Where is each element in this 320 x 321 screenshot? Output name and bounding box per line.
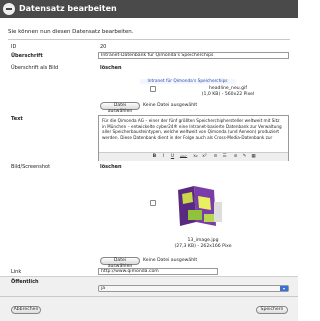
headline-image-label: Überschrift als Bild	[11, 65, 59, 71]
link-input[interactable]: http://www.qimonda.com	[98, 268, 218, 275]
numbered-list-icon[interactable]: ☰	[221, 154, 228, 160]
headline-image-preview: Intranet für Qimonda's Speicherchips	[140, 79, 235, 84]
public-select-value: ja	[101, 286, 106, 291]
dialog-subtitle: Sie können nun diesen Datensatz bearbeit…	[8, 29, 134, 35]
image-no-file-text: Keine Datei ausgewählt	[143, 258, 198, 263]
unlink-icon[interactable]: ⊘	[232, 154, 239, 160]
image-delete-label: löschen	[100, 164, 122, 170]
headline-no-file-text: Keine Datei ausgewählt	[143, 103, 198, 108]
image-delete-checkbox[interactable]	[150, 200, 156, 206]
dialog-title: Datensatz bearbeiten	[19, 4, 117, 13]
headline-choose-file-button[interactable]: Datei auswählen	[100, 102, 140, 114]
source-code-icon[interactable]: ▦	[250, 154, 257, 160]
image-info: (27,3 KB) - 262x166 Pixe	[174, 244, 232, 249]
save-button[interactable]: Speichern	[256, 306, 288, 314]
link-label: Link	[11, 269, 22, 275]
underline-button[interactable]: U	[169, 154, 176, 160]
screenshot-thumbnail-image	[174, 180, 226, 232]
dialog-footer	[0, 276, 298, 321]
pen-icon[interactable]: ✎	[241, 154, 248, 160]
id-value: 20	[100, 44, 107, 50]
image-label: Bild/Screenshot	[11, 164, 51, 170]
editor-toolbar: B I U ABC x₂ x² ≡ ☰ ⊘ ✎ ▦	[99, 152, 288, 161]
cancel-button[interactable]: Abbrechen	[11, 306, 41, 314]
superscript-button[interactable]: x²	[201, 154, 208, 160]
headline-input[interactable]: Intranet-Datenbank für Qimonda's Speiche…	[98, 52, 289, 59]
italic-button[interactable]: I	[160, 154, 167, 160]
headline-label: Überschrift	[11, 53, 43, 59]
bullet-list-icon[interactable]: ≡	[212, 154, 219, 160]
public-label: Öffentlich	[11, 279, 39, 285]
text-editor-content[interactable]: Für die Qimonda AG – einer der fünf größ…	[102, 118, 282, 140]
strikethrough-button[interactable]: ABC	[178, 154, 189, 160]
text-editor[interactable]: Für die Qimonda AG – einer der fünf größ…	[98, 115, 289, 161]
id-label: ID	[11, 44, 17, 50]
footer-divider	[0, 296, 298, 297]
chevron-down-icon: ▾	[280, 286, 288, 291]
divider	[8, 39, 290, 40]
headline-image-delete-checkbox[interactable]	[150, 86, 156, 92]
dialog-title-bar: Datensatz bearbeiten	[0, 0, 298, 18]
dialog-minus-icon[interactable]	[3, 3, 15, 15]
subscript-button[interactable]: x₂	[192, 154, 199, 160]
image-choose-file-button[interactable]: Datei auswählen	[100, 257, 140, 269]
bold-button[interactable]: B	[151, 154, 158, 160]
public-select[interactable]: ja ▾	[98, 285, 289, 292]
headline-image-info: (1,0 KB) - 560x22 Pixel	[201, 92, 255, 97]
headline-image-delete-label: löschen	[100, 65, 122, 71]
text-label: Text	[11, 116, 23, 122]
